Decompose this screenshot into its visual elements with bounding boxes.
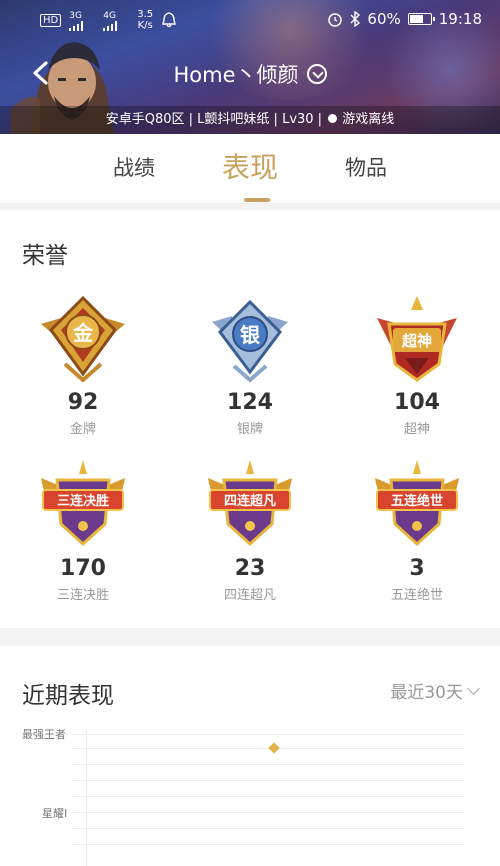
- badge-name: 超神: [403, 422, 430, 437]
- speed-unit: K/s: [137, 20, 153, 31]
- speed-value: 3.5: [137, 9, 154, 20]
- tab-items[interactable]: 物品: [316, 134, 416, 204]
- network-speed: 3.5 K/s: [137, 9, 153, 31]
- badge-name: 金牌: [69, 422, 96, 437]
- honor-badge-triple[interactable]: 三连决胜 170 三连决胜: [0, 460, 166, 620]
- online-status-dot-icon: [328, 114, 338, 123]
- player-info-bar: 安卓手Q80区 | L颤抖吧妹纸 | Lv30 | 游戏离线: [0, 106, 500, 134]
- rank-label-top: 最强王者: [22, 728, 66, 741]
- chart-grid-line: [72, 812, 464, 813]
- time-range-label: 最近30天: [390, 683, 463, 703]
- badge-count: 3: [409, 556, 425, 581]
- chart-grid-line: [72, 844, 464, 845]
- honor-badge-penta[interactable]: 五连绝世 3 五连绝世: [334, 460, 500, 620]
- time-range-dropdown[interactable]: 最近30天: [390, 678, 480, 703]
- chart-grid-line: [72, 828, 464, 829]
- player-info-text: 安卓手Q80区 | L颤抖吧妹纸 | Lv30 |: [105, 112, 323, 127]
- alarm-clock-icon: [328, 13, 343, 27]
- badge-count: 23: [234, 556, 266, 581]
- battery-percent: 60%: [367, 10, 401, 28]
- tab-record[interactable]: 战绩: [84, 134, 184, 204]
- badge-name: 五连绝世: [390, 588, 443, 603]
- chevron-down-icon: [467, 681, 480, 695]
- badge-name: 银牌: [236, 422, 263, 437]
- badge-count: 92: [67, 390, 99, 415]
- tab-performance[interactable]: 表现: [200, 134, 300, 204]
- chart-grid-line: [72, 796, 464, 797]
- game-status: 游戏离线: [342, 112, 395, 127]
- badge-count: 104: [394, 390, 440, 415]
- triple-kill-badge-icon: 三连决胜: [41, 460, 125, 547]
- legendary-badge-icon: 超神: [377, 296, 457, 382]
- chart-grid-line: [72, 780, 464, 781]
- battery-icon: [407, 13, 435, 25]
- honor-badge-legendary[interactable]: 超神 104 超神: [334, 294, 500, 454]
- nav-bar: Home丶倾颜: [0, 50, 500, 96]
- honor-section: 荣誉 金 92 金牌 银 124 银牌 超神 104 超神 三连决胜 170 三…: [0, 210, 500, 628]
- honor-badge-quadra[interactable]: 四连超凡 23 四连超凡: [167, 460, 333, 620]
- player-name: Home丶倾颜: [173, 63, 299, 87]
- notification-bell-icon: [162, 12, 177, 28]
- net-3g-label: 3G: [69, 11, 82, 21]
- signal-4g-icon: 4G: [103, 11, 129, 31]
- status-left-group: HD 3G 4G 3.5 K/s: [40, 9, 177, 31]
- silver-medal-icon: 银: [212, 299, 288, 383]
- chart-grid-line: [72, 764, 464, 765]
- tab-bar: 战绩 表现 物品: [0, 134, 500, 204]
- legendary-badge-label: 超神: [401, 332, 432, 350]
- chart-data-point[interactable]: [268, 742, 280, 754]
- net-4g-label: 4G: [103, 11, 116, 21]
- badge-name: 三连决胜: [56, 588, 109, 603]
- gold-medal-icon: 金: [41, 295, 125, 383]
- chevron-down-circle-icon: [306, 64, 327, 84]
- penta-kill-label: 五连绝世: [391, 493, 443, 509]
- profile-header: HD 3G 4G 3.5 K/s 60% 19:18 Home丶倾颜 安卓手Q8…: [0, 0, 500, 134]
- badge-name: 四连超凡: [223, 588, 276, 603]
- triple-kill-label: 三连决胜: [57, 493, 109, 509]
- penta-kill-badge-icon: 五连绝世: [375, 460, 459, 547]
- network-hd-icon: HD: [40, 13, 62, 27]
- signal-3g-icon: 3G: [69, 11, 95, 31]
- gold-medal-label: 金: [72, 321, 94, 345]
- recent-performance-section: 近期表现 最近30天 最强王者 星耀I: [0, 646, 500, 866]
- honor-badge-gold[interactable]: 金 92 金牌: [0, 294, 166, 454]
- clock-time: 19:18: [438, 10, 482, 28]
- quadra-kill-badge-icon: 四连超凡: [208, 460, 292, 547]
- honor-badge-silver[interactable]: 银 124 银牌: [167, 294, 333, 454]
- status-right-group: 60% 19:18: [327, 10, 482, 28]
- recent-title: 近期表现: [22, 683, 114, 709]
- badge-count: 124: [227, 390, 273, 415]
- honor-title: 荣誉: [22, 243, 68, 269]
- chart-grid-line: [72, 734, 464, 735]
- silver-medal-label: 银: [240, 323, 261, 347]
- badge-count: 170: [60, 556, 106, 581]
- chart-y-axis: [86, 730, 87, 866]
- active-tab-indicator: [244, 198, 270, 202]
- player-name-dropdown[interactable]: Home丶倾颜: [0, 59, 500, 89]
- bluetooth-icon: [350, 11, 361, 27]
- quadra-kill-label: 四连超凡: [224, 493, 276, 509]
- section-divider: [0, 628, 500, 646]
- rank-label-bottom: 星耀I: [42, 807, 68, 820]
- status-bar: HD 3G 4G 3.5 K/s 60% 19:18: [0, 0, 500, 40]
